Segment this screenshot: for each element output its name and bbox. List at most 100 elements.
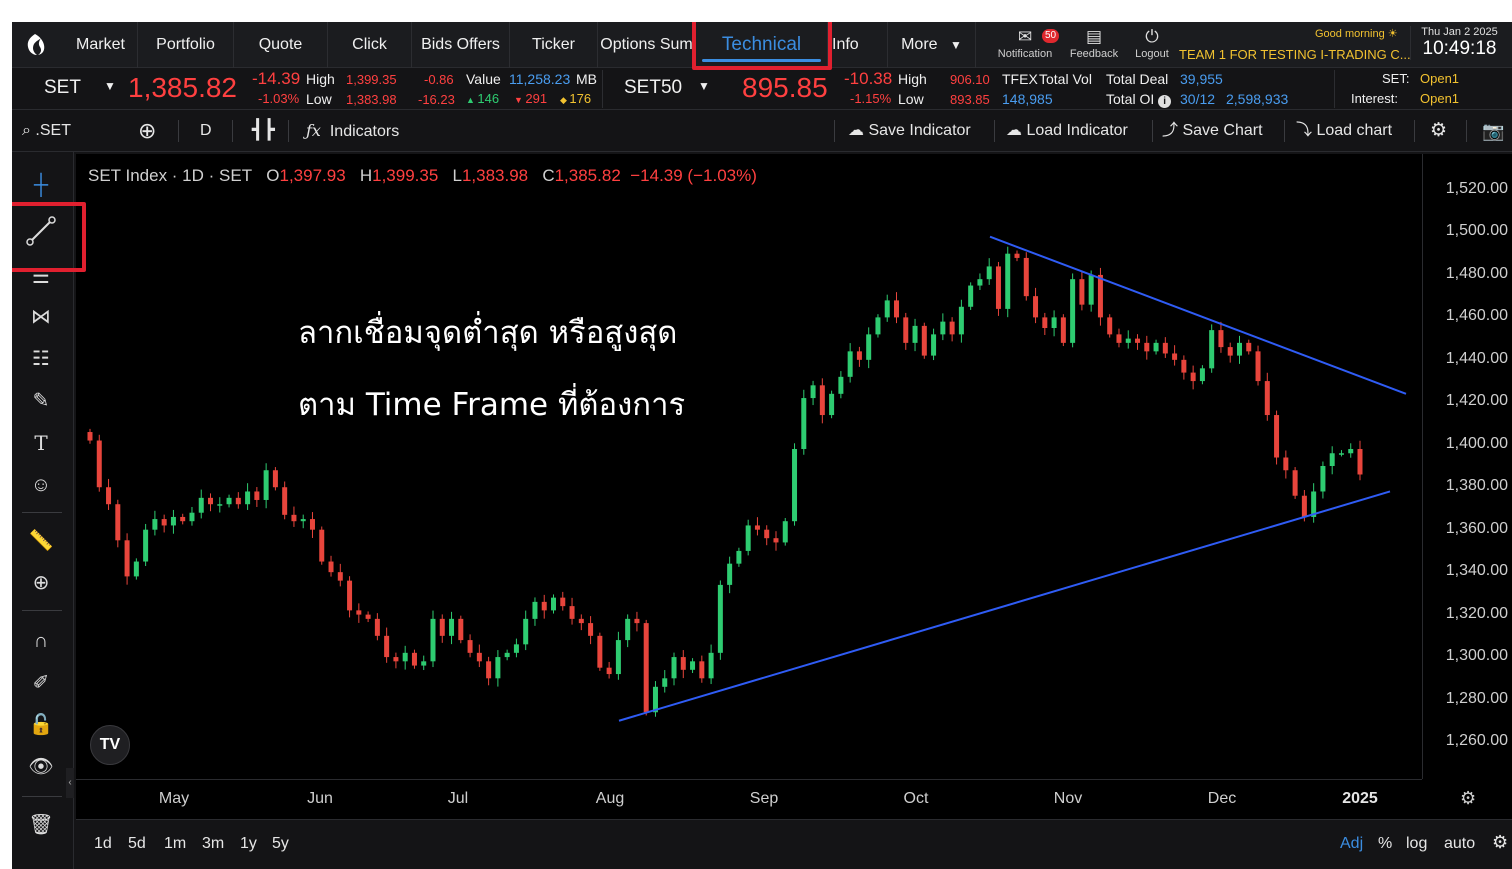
candle-body bbox=[309, 519, 315, 530]
candle-body bbox=[449, 618, 455, 636]
nav-portfolio[interactable]: Portfolio bbox=[138, 22, 234, 68]
logout-button[interactable]: ⏻ Logout bbox=[1130, 26, 1174, 60]
feedback-label: Feedback bbox=[1069, 48, 1119, 60]
camera-icon[interactable]: 📷 bbox=[1482, 110, 1504, 152]
load-indicator-button[interactable]: ☁ Load Indicator bbox=[1006, 110, 1128, 152]
y-tick-label: 1,340.00 bbox=[1445, 562, 1508, 580]
legend-h-label: H bbox=[359, 166, 373, 185]
range-1d[interactable]: 1d bbox=[94, 835, 112, 853]
app-logo-icon[interactable] bbox=[22, 32, 48, 58]
ruler-icon[interactable]: 📏 bbox=[24, 524, 58, 558]
candle-body bbox=[124, 540, 130, 577]
text-icon[interactable]: T bbox=[24, 426, 58, 460]
save-chart-button[interactable]: ⤴ Save Chart bbox=[1162, 110, 1263, 152]
pattern-icon[interactable]: ⋈ bbox=[24, 300, 58, 334]
candle-body bbox=[810, 385, 816, 399]
candle-body bbox=[884, 300, 890, 318]
y-tick-label: 1,480.00 bbox=[1445, 264, 1508, 282]
interval-button[interactable]: D bbox=[200, 110, 212, 152]
symbol-search[interactable]: ⌕ .SET bbox=[22, 110, 71, 152]
percent-toggle[interactable]: % bbox=[1378, 835, 1392, 853]
value-amount: 11,258.23 bbox=[509, 71, 571, 87]
adj-toggle[interactable]: Adj bbox=[1340, 835, 1363, 853]
nav-quote[interactable]: Quote bbox=[234, 22, 328, 68]
info-icon[interactable]: i bbox=[1158, 95, 1172, 108]
range-5d[interactable]: 5d bbox=[128, 835, 146, 853]
candle-body bbox=[615, 640, 621, 675]
trendline[interactable] bbox=[618, 490, 1391, 722]
settings-gear-icon[interactable]: ⚙ bbox=[1430, 110, 1447, 152]
zoom-in-icon[interactable]: ⊕ bbox=[24, 566, 58, 600]
nav-bids-offers[interactable]: Bids Offers bbox=[412, 22, 510, 68]
add-symbol-icon[interactable]: ⊕ bbox=[138, 110, 156, 152]
candle-body bbox=[208, 497, 214, 505]
candle-body bbox=[1172, 353, 1178, 360]
candle-style-icon[interactable]: ┫┣ bbox=[252, 110, 275, 152]
nav-market[interactable]: Market bbox=[64, 22, 138, 68]
save-indicator-button[interactable]: ☁ Save Indicator bbox=[848, 110, 971, 152]
emoji-icon[interactable]: ☺ bbox=[24, 468, 58, 502]
brush-icon[interactable]: ✎ bbox=[24, 384, 58, 418]
log-toggle[interactable]: log bbox=[1406, 835, 1427, 853]
quote-symbol-set[interactable]: SET bbox=[44, 77, 81, 99]
trash-icon[interactable]: 🗑 bbox=[24, 808, 58, 842]
lock-icon[interactable]: 🔓 bbox=[24, 708, 58, 742]
candle-body bbox=[1116, 334, 1122, 343]
magnet-icon[interactable]: ∩ bbox=[24, 624, 58, 658]
search-icon: ⌕ bbox=[22, 122, 31, 139]
candle-body bbox=[1209, 330, 1215, 369]
fib-icon[interactable]: ☷ bbox=[24, 342, 58, 376]
feedback-button[interactable]: ▤ Feedback bbox=[1066, 26, 1122, 60]
scale-settings-icon[interactable]: ⚙ bbox=[1492, 832, 1508, 853]
candle-body bbox=[1125, 338, 1131, 343]
advances-count: 146 bbox=[477, 91, 500, 106]
chevron-down-icon[interactable]: ▼ bbox=[104, 79, 116, 93]
cloud-upload-icon: ☁ bbox=[848, 122, 864, 139]
high-label-2: High bbox=[898, 71, 927, 87]
high-label: High bbox=[306, 71, 335, 87]
candle-body bbox=[430, 618, 436, 662]
eye-icon[interactable]: 👁 bbox=[24, 750, 58, 784]
axis-settings-icon[interactable]: ⚙ bbox=[1460, 788, 1476, 809]
tradingview-logo-icon[interactable]: TV bbox=[90, 725, 130, 765]
current-date: Thu Jan 2 2025 bbox=[1421, 26, 1498, 38]
crosshair-icon[interactable]: ┼ bbox=[24, 168, 58, 202]
legend-close: 1,385.82 bbox=[554, 166, 621, 185]
candle-body bbox=[736, 550, 742, 564]
load-chart-button[interactable]: ⤵ Load chart bbox=[1296, 110, 1392, 152]
trendline[interactable] bbox=[989, 235, 1407, 395]
tfex-label: TFEX bbox=[1002, 71, 1038, 87]
nav-click[interactable]: Click bbox=[328, 22, 412, 68]
y-tick-label: 1,400.00 bbox=[1445, 434, 1508, 452]
nav-ticker[interactable]: Ticker bbox=[510, 22, 598, 68]
candle-body bbox=[87, 432, 93, 441]
chart-area[interactable]: SET Index · 1D · SET O1,397.93 H1,399.35… bbox=[76, 154, 1512, 869]
nav-options-sum[interactable]: Options Sum bbox=[598, 22, 696, 68]
set-high: 1,399.35 bbox=[346, 72, 397, 87]
legend-open: 1,397.93 bbox=[279, 166, 346, 185]
nav-more[interactable]: More ▼ bbox=[888, 22, 976, 68]
range-1m[interactable]: 1m bbox=[164, 835, 186, 853]
y-tick-label: 1,320.00 bbox=[1445, 604, 1508, 622]
range-5y[interactable]: 5y bbox=[272, 835, 289, 853]
candle-body bbox=[680, 657, 686, 670]
range-3m[interactable]: 3m bbox=[202, 835, 224, 853]
time-axis[interactable]: ⚙ May Jun Jul Aug Sep Oct Nov Dec 2025 bbox=[76, 779, 1476, 819]
collapse-toolbar-icon[interactable]: ‹ bbox=[66, 768, 74, 798]
candle-body bbox=[764, 529, 770, 539]
y-tick-label: 1,300.00 bbox=[1445, 647, 1508, 665]
candle-body bbox=[866, 334, 872, 360]
chevron-down-icon[interactable]: ▼ bbox=[698, 79, 710, 93]
lock-drawing-icon[interactable]: ✐ bbox=[24, 666, 58, 700]
indicators-button[interactable]: ƒx Indicators bbox=[306, 110, 399, 152]
nav-info[interactable]: Info bbox=[828, 22, 888, 68]
auto-toggle[interactable]: auto bbox=[1444, 835, 1475, 853]
price-axis[interactable]: 1,520.00 1,500.00 1,480.00 1,460.00 1,440.00… bbox=[1422, 154, 1512, 779]
quote-symbol-set50[interactable]: SET50 bbox=[624, 77, 682, 99]
notification-button[interactable]: ✉ 50 Notification bbox=[994, 26, 1060, 60]
candle-body bbox=[337, 572, 343, 581]
range-1y[interactable]: 1y bbox=[240, 835, 257, 853]
candle-body bbox=[1023, 257, 1029, 297]
candlestick-plot[interactable] bbox=[76, 154, 1422, 779]
greeting: Good morning ☀ bbox=[1315, 27, 1398, 40]
